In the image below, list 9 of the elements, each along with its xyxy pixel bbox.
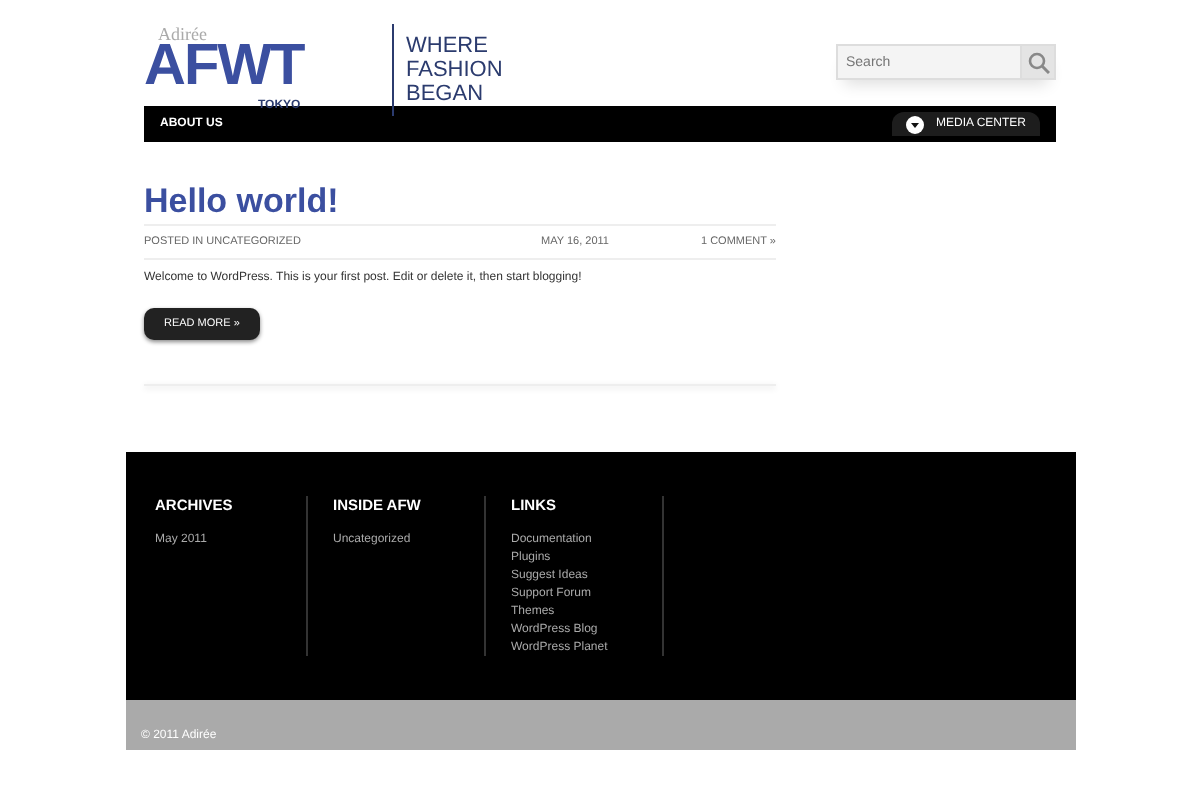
tagline-line: FASHION: [406, 58, 503, 82]
tagline-line: WHERE: [406, 34, 490, 58]
tagline-line: BEGAN: [406, 82, 486, 106]
search-button[interactable]: [1020, 44, 1056, 80]
search-icon: [1027, 51, 1049, 73]
caret-icon: [905, 115, 924, 133]
logo-script: Adirée: [158, 24, 207, 44]
logo-wordmark[interactable]: AFWT: [144, 38, 304, 96]
post-title[interactable]: Hello world!: [144, 182, 776, 226]
